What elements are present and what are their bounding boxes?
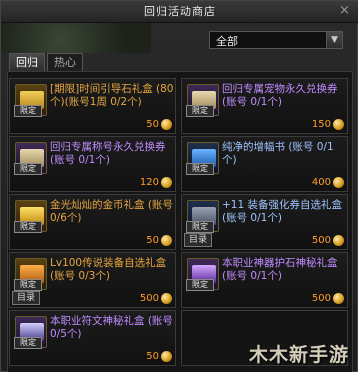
catalog-button[interactable]: 目录: [184, 233, 212, 247]
item-price: 500: [139, 293, 159, 304]
coin-icon: [161, 293, 172, 304]
limited-badge: 限定: [14, 279, 42, 291]
category-dropdown[interactable]: 全部 ▼: [209, 31, 343, 49]
item-price: 400: [311, 177, 331, 188]
shop-item-card[interactable]: 限定 [期限]时间引导石礼盒 (80个)(账号1周 0/2个) 50: [9, 78, 176, 134]
item-name: Lv100传说装备自选礼盒(账号 0/3个): [50, 257, 167, 282]
limited-badge: 限定: [186, 279, 214, 291]
shop-item-card[interactable]: 限定 本职业神器护石神秘礼盒(账号 0/1个) 500: [181, 252, 348, 308]
item-price: 50: [146, 351, 159, 362]
item-name: 本职业符文神秘礼盒 (账号 0/5个): [50, 315, 173, 340]
chevron-down-icon[interactable]: ▼: [326, 32, 342, 48]
catalog-button[interactable]: 目录: [12, 291, 40, 305]
watermark: 木木新手游: [248, 344, 349, 366]
category-dropdown-value: 全部: [216, 35, 238, 48]
tab-rexin[interactable]: 热心: [47, 53, 83, 71]
item-name: +11 装备强化券自选礼盒(账号 0/1个): [222, 199, 342, 224]
close-icon[interactable]: ×: [337, 3, 353, 19]
item-price: 50: [146, 235, 159, 246]
item-name: 纯净的增幅书 (账号 0/1个): [222, 141, 334, 166]
limited-badge: 限定: [186, 163, 214, 175]
coin-icon: [161, 119, 172, 130]
item-name: 金光灿灿的金币礼盒 (账号 0/6个): [50, 199, 173, 224]
item-name: 回归专属宠物永久兑换券(账号 0/1个): [222, 83, 338, 108]
item-price: 150: [311, 119, 331, 130]
shop-item-card[interactable]: 限定 金光灿灿的金币礼盒 (账号 0/6个) 50: [9, 194, 176, 250]
limited-badge: 限定: [14, 221, 42, 233]
shop-item-card[interactable]: 限定 回归专属宠物永久兑换券(账号 0/1个) 150: [181, 78, 348, 134]
item-price: 120: [139, 177, 159, 188]
item-name: 回归专属称号永久兑换券(账号 0/1个): [50, 141, 166, 166]
limited-badge: 限定: [186, 105, 214, 117]
coin-icon: [161, 235, 172, 246]
item-name: [期限]时间引导石礼盒 (80个)(账号1周 0/2个): [50, 83, 174, 108]
item-name: 本职业神器护石神秘礼盒(账号 0/1个): [222, 257, 338, 282]
limited-badge: 限定: [186, 221, 214, 233]
item-price: 500: [311, 293, 331, 304]
tab-huigui[interactable]: 回归: [9, 53, 45, 71]
limited-badge: 限定: [14, 337, 42, 349]
item-price: 500: [311, 235, 331, 246]
shop-item-card[interactable]: 限定 本职业符文神秘礼盒 (账号 0/5个) 50: [9, 310, 176, 366]
coin-icon: [161, 351, 172, 362]
coin-icon: [333, 177, 344, 188]
coin-icon: [333, 119, 344, 130]
coin-icon: [333, 293, 344, 304]
item-price: 50: [146, 119, 159, 130]
shop-window: 回归活动商店 × 全部 ▼ 回归 热心 限定 [期限]时间引导石礼盒 (80个)(…: [0, 0, 358, 372]
coin-icon: [333, 235, 344, 246]
background-art: [1, 23, 151, 53]
shop-item-card[interactable]: 限定 目录 +11 装备强化券自选礼盒(账号 0/1个) 500: [181, 194, 348, 250]
limited-badge: 限定: [14, 105, 42, 117]
shop-item-card[interactable]: 限定 目录 Lv100传说装备自选礼盒(账号 0/3个) 500: [9, 252, 176, 308]
window-title: 回归活动商店 ×: [1, 1, 358, 23]
shop-item-card[interactable]: 限定 回归专属称号永久兑换券(账号 0/1个) 120: [9, 136, 176, 192]
shop-item-card[interactable]: 限定 纯净的增幅书 (账号 0/1个) 400: [181, 136, 348, 192]
coin-icon: [161, 177, 172, 188]
limited-badge: 限定: [14, 163, 42, 175]
